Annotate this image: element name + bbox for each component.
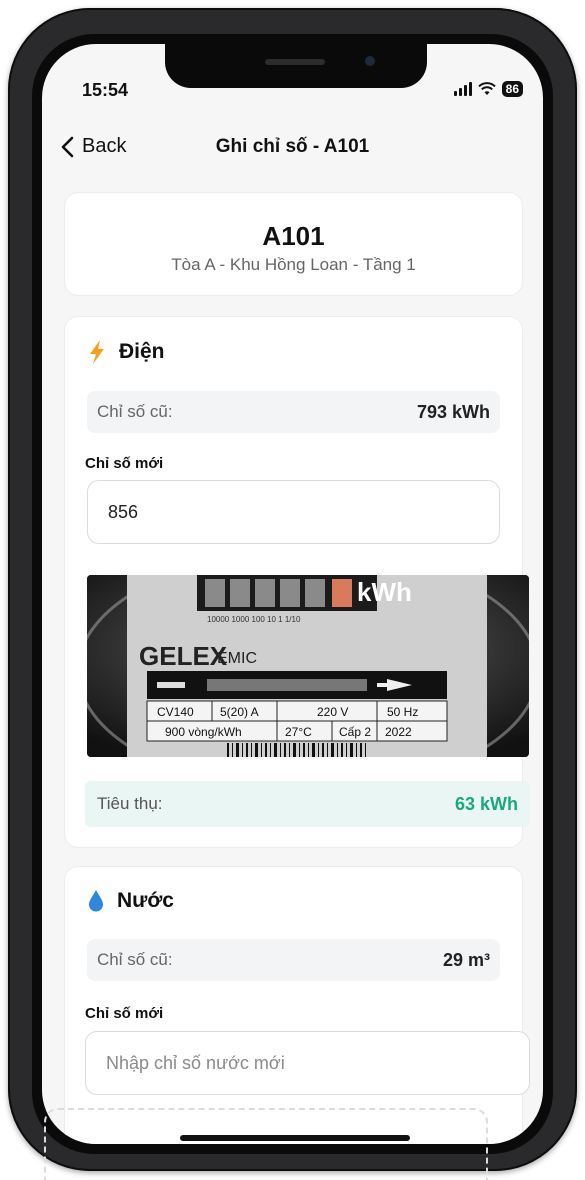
- old-reading-value: 29 m³: [442, 949, 490, 970]
- photo-upload-area[interactable]: [44, 1108, 488, 1180]
- meter-frequency: 50 Hz: [387, 705, 418, 719]
- consumption-value: 63 kWh: [454, 793, 518, 814]
- phone-frame: 15:54 86 Back Ghi chỉ số - A101 A101 Tòa…: [8, 8, 577, 1171]
- status-icons: 86: [453, 81, 523, 97]
- old-reading-label: Chỉ số cũ:: [97, 402, 173, 421]
- room-code: A101: [262, 221, 325, 251]
- meter-brand: GELEX: [139, 641, 228, 671]
- wifi-icon: [477, 82, 496, 95]
- svg-text:10000 1000 100 10 1 1/10: 10000 1000 100 10 1 1/10: [207, 615, 301, 624]
- water-header: Nước: [87, 889, 174, 913]
- water-drop-icon: [89, 890, 103, 912]
- input-placeholder: Nhập chỉ số nước mới: [106, 1052, 285, 1073]
- consumption-row: Tiêu thụ: 63 kWh: [85, 781, 530, 827]
- input-value: 856: [108, 501, 139, 522]
- status-time: 15:54: [82, 80, 129, 100]
- meter-current: 5(20) A: [220, 705, 259, 719]
- electric-card: Điện Chỉ số cũ: 793 kWh Chỉ số mới 856 k…: [64, 316, 530, 848]
- old-reading-label: Chỉ số cũ:: [97, 950, 173, 969]
- room-location: Tòa A - Khu Hồng Loan - Tầng 1: [171, 255, 416, 274]
- lightning-icon: [90, 340, 104, 364]
- camera: [365, 56, 375, 66]
- electric-new-reading-input[interactable]: 856: [87, 480, 500, 544]
- notch: [165, 44, 427, 88]
- phone-bezel: 15:54 86 Back Ghi chỉ số - A101 A101 Tòa…: [32, 34, 553, 1154]
- water-new-reading-input[interactable]: Nhập chỉ số nước mới: [85, 1031, 530, 1095]
- meter-temp: 27°C: [285, 725, 312, 739]
- meter-year: 2022: [385, 725, 412, 739]
- water-title: Nước: [117, 889, 174, 912]
- home-indicator[interactable]: [180, 1135, 410, 1141]
- nav-bar: Back Ghi chỉ số - A101: [42, 129, 543, 169]
- water-card: Nước Chỉ số cũ: 29 m³ Chỉ số mới Nhập ch…: [64, 866, 530, 1144]
- electric-title: Điện: [119, 340, 165, 363]
- meter-photo[interactable]: kWh 10000 1000 100 10 1 1/10 GELEX EMIC …: [87, 575, 529, 757]
- meter-brand-sub: EMIC: [217, 650, 257, 667]
- speaker: [265, 59, 325, 65]
- meter-grade: Cấp 2: [339, 725, 371, 739]
- battery-indicator: 86: [501, 81, 523, 97]
- electric-old-reading: Chỉ số cũ: 793 kWh: [87, 391, 500, 433]
- water-old-reading: Chỉ số cũ: 29 m³: [87, 939, 500, 981]
- new-reading-label: Chỉ số mới: [85, 455, 164, 472]
- meter-unit: kWh: [357, 577, 412, 607]
- meter-model: CV140: [157, 705, 194, 719]
- signal-icon: [453, 82, 472, 96]
- page-title: Ghi chỉ số - A101: [215, 136, 370, 157]
- new-reading-label: Chỉ số mới: [85, 1005, 164, 1022]
- meter-photo-image: kWh 10000 1000 100 10 1 1/10 GELEX EMIC …: [87, 575, 529, 757]
- meter-voltage: 220 V: [317, 705, 348, 719]
- consumption-label: Tiêu thụ:: [97, 794, 163, 813]
- meter-rate: 900 vòng/kWh: [165, 725, 242, 739]
- old-reading-value: 793 kWh: [416, 401, 490, 422]
- room-card: A101 Tòa A - Khu Hồng Loan - Tầng 1: [64, 192, 523, 296]
- screen: 15:54 86 Back Ghi chỉ số - A101 A101 Tòa…: [42, 44, 543, 1144]
- electric-header: Điện: [87, 339, 165, 365]
